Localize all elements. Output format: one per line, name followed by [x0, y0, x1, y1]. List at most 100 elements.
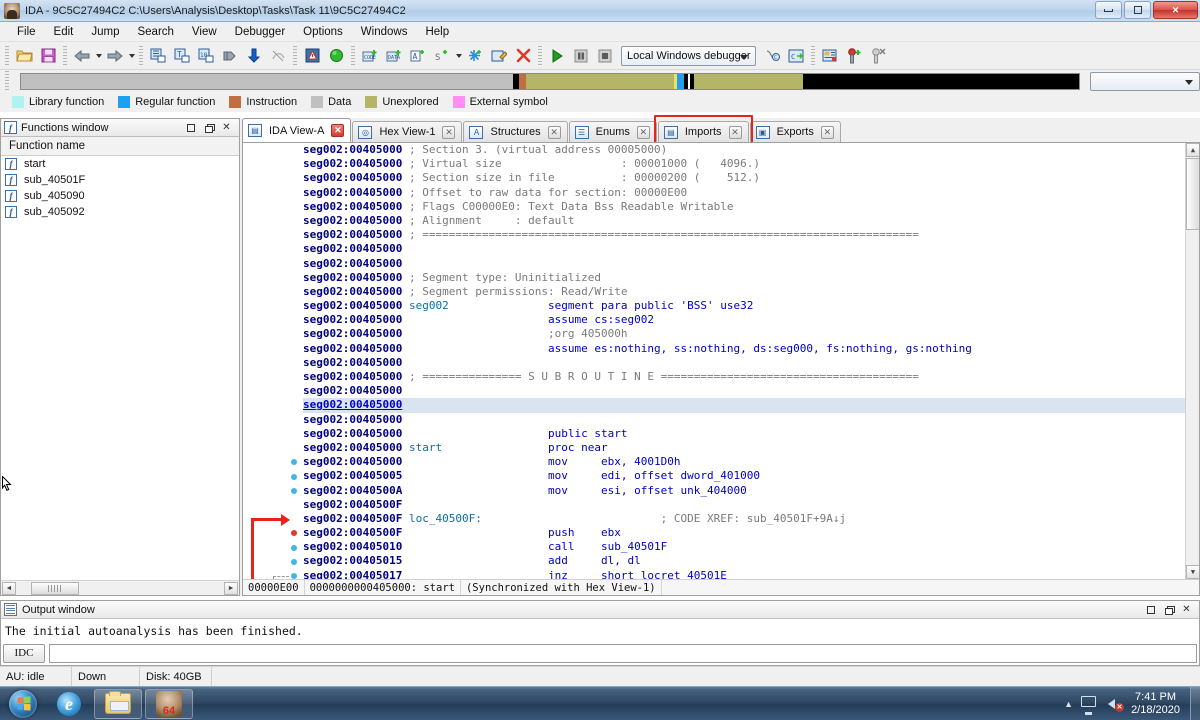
flow-dot-icon[interactable] — [291, 488, 297, 494]
breakpoints-icon[interactable] — [819, 45, 841, 67]
back-dropdown-arrow-icon[interactable] — [94, 45, 103, 67]
disassembly-line[interactable]: seg002:00405000 ; Segment permissions: R… — [303, 285, 1185, 299]
flow-dot-icon[interactable] — [291, 459, 297, 465]
jump-down-icon[interactable] — [243, 45, 265, 67]
tab-close-icon[interactable]: ✕ — [637, 126, 650, 139]
disassembly-line[interactable]: seg002:00405000 seg002 segment para publ… — [303, 299, 1185, 313]
idc-command-input[interactable] — [49, 644, 1197, 663]
disassembly-line[interactable]: seg002:00405000 ; Alignment : default — [303, 214, 1185, 228]
green-circle-icon[interactable] — [325, 45, 347, 67]
output-maximize-button[interactable] — [1145, 604, 1156, 615]
disassembly-vertical-scrollbar[interactable]: ▲ ▼ — [1185, 143, 1199, 579]
disassembly-line[interactable]: seg002:00405000 — [303, 356, 1185, 370]
disassembly-line[interactable]: seg002:0040500F — [303, 498, 1185, 512]
disassembly-line[interactable]: seg002:00405000 ; Section size in file :… — [303, 171, 1185, 185]
output-close-icon[interactable]: ✕ — [1181, 604, 1192, 615]
menu-help[interactable]: Help — [416, 24, 458, 40]
disassembly-line[interactable]: seg002:00405000 — [303, 257, 1185, 271]
disassembly-line[interactable]: seg002:00405000 public start — [303, 427, 1185, 441]
make-data-icon[interactable]: DATA — [383, 45, 405, 67]
warning-icon[interactable] — [301, 45, 323, 67]
search-binary-icon[interactable] — [219, 45, 241, 67]
close-button[interactable]: ✕ — [1153, 1, 1198, 19]
functions-horizontal-scrollbar[interactable]: ◄ ► — [1, 580, 239, 595]
navband-dropdown[interactable] — [1090, 72, 1200, 91]
taskbar-item-windows-explorer[interactable] — [94, 689, 142, 719]
toolbar-grip-7[interactable] — [811, 46, 815, 66]
menu-jump[interactable]: Jump — [82, 24, 128, 40]
menu-search[interactable]: Search — [128, 24, 182, 40]
tab-close-icon[interactable]: ✕ — [548, 126, 561, 139]
show-desktop-button[interactable] — [1190, 687, 1200, 720]
tab-close-icon[interactable]: ✕ — [821, 126, 834, 139]
save-icon[interactable] — [37, 45, 59, 67]
search-struct-icon[interactable] — [147, 45, 169, 67]
edit-function-icon[interactable] — [488, 45, 510, 67]
make-ascii-icon[interactable]: A — [407, 45, 429, 67]
function-list-item[interactable]: fsub_405092 — [1, 204, 239, 220]
start-button[interactable] — [2, 689, 44, 719]
disassembly-line[interactable]: seg002:00405000 assume es:nothing, ss:no… — [303, 342, 1185, 356]
tab-exports[interactable]: ▣Exports✕ — [750, 121, 841, 142]
disassembly-line[interactable]: seg002:00405015 add dl, dl — [303, 554, 1185, 568]
functions-column-header[interactable]: Function name — [1, 137, 239, 156]
breakpoint-dot-icon[interactable] — [291, 530, 297, 536]
function-list-item[interactable]: fsub_405090 — [1, 188, 239, 204]
disassembly-code-area[interactable]: seg002:00405000 ; Section 3. (virtual ad… — [243, 143, 1185, 579]
minimize-button[interactable] — [1095, 1, 1122, 19]
taskbar-clock[interactable]: 7:41 PM 2/18/2020 — [1131, 691, 1184, 717]
disassembly-scroll-thumb[interactable] — [1186, 158, 1200, 230]
flow-dot-icon[interactable] — [291, 559, 297, 565]
functions-scroll-thumb[interactable] — [31, 582, 79, 595]
step-into-icon[interactable]: C — [761, 45, 783, 67]
delete-icon[interactable] — [512, 45, 534, 67]
tab-close-icon[interactable]: ✕ — [729, 126, 742, 139]
functions-maximize-button[interactable] — [185, 122, 196, 133]
show-hidden-icons-icon[interactable]: ▲ — [1064, 699, 1073, 709]
flow-dot-icon[interactable] — [291, 545, 297, 551]
output-float-button[interactable] — [1163, 604, 1174, 615]
disassembly-line[interactable]: seg002:00405000 ;org 405000h — [303, 327, 1185, 341]
step-over-icon[interactable]: C — [785, 45, 807, 67]
disassembly-line[interactable]: seg002:00405000 start proc near — [303, 441, 1185, 455]
tab-hex-view-1[interactable]: ◎Hex View-1✕ — [352, 121, 462, 142]
disassembly-line[interactable]: seg002:00405000 mov ebx, 4001D0h — [303, 455, 1185, 469]
toolbar-grip-6[interactable] — [538, 46, 542, 66]
menu-windows[interactable]: Windows — [352, 24, 417, 40]
scroll-down-arrow-icon[interactable]: ▼ — [1186, 565, 1200, 579]
back-arrow-icon[interactable] — [71, 45, 93, 67]
tab-close-icon[interactable]: ✕ — [331, 124, 344, 137]
code-label[interactable]: loc_40500F: — [402, 512, 660, 525]
scroll-up-arrow-icon[interactable]: ▲ — [1186, 143, 1200, 157]
toolbar-grip-2[interactable] — [63, 46, 67, 66]
menu-view[interactable]: View — [183, 24, 226, 40]
disassembly-line[interactable]: seg002:00405000 ; Offset to raw data for… — [303, 186, 1185, 200]
scroll-left-arrow-icon[interactable]: ◄ — [2, 582, 16, 595]
delete-breakpoint-icon[interactable] — [867, 45, 889, 67]
disassembly-line[interactable]: seg002:00405000 ; ======================… — [303, 228, 1185, 242]
disassembly-line[interactable]: seg002:00405000 ; Flags C00000E0: Text D… — [303, 200, 1185, 214]
taskbar-item-ida-pro[interactable] — [145, 689, 193, 719]
toolbar-grip[interactable] — [5, 46, 9, 66]
volume-muted-icon[interactable]: ✕ — [1106, 696, 1123, 712]
idc-mode-button[interactable]: IDC — [3, 644, 45, 663]
make-code-icon[interactable]: CODE — [359, 45, 381, 67]
disassembly-line[interactable]: seg002:00405005 mov edi, offset dword_40… — [303, 469, 1185, 483]
flow-dot-icon[interactable] — [291, 474, 297, 480]
output-log[interactable]: The initial autoanalysis has been finish… — [1, 619, 1199, 643]
toolbar-grip-4[interactable] — [293, 46, 297, 66]
tab-enums[interactable]: ☰Enums✕ — [569, 121, 657, 142]
disassembly-line[interactable]: seg002:00405000 — [303, 398, 1185, 412]
debugger-select[interactable]: Local Windows debugger — [621, 46, 756, 66]
disassembly-line[interactable]: seg002:0040500A mov esi, offset unk_4040… — [303, 484, 1185, 498]
function-list-item[interactable]: fstart — [1, 156, 239, 172]
menu-debugger[interactable]: Debugger — [226, 24, 295, 40]
forward-arrow-icon[interactable] — [104, 45, 126, 67]
network-icon[interactable] — [1081, 696, 1098, 712]
disassembly-line[interactable]: seg002:00405000 — [303, 413, 1185, 427]
function-list-item[interactable]: fsub_40501F — [1, 172, 239, 188]
scroll-right-arrow-icon[interactable]: ► — [224, 582, 238, 595]
tab-structures[interactable]: AStructures✕ — [463, 121, 567, 142]
functions-float-button[interactable] — [203, 122, 214, 133]
disassembly-line[interactable]: seg002:00405000 ; Segment type: Uninitia… — [303, 271, 1185, 285]
